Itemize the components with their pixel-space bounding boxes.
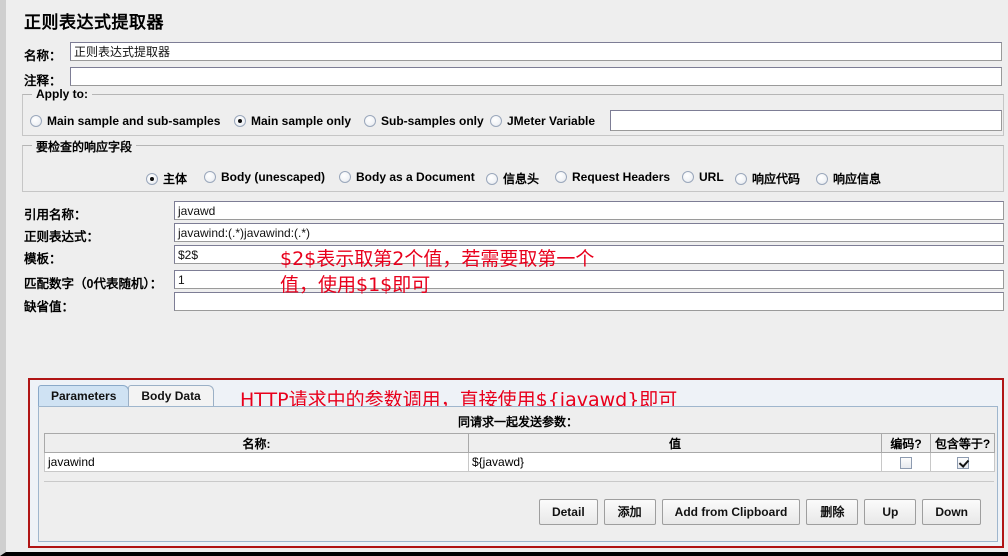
radio-icon <box>146 172 158 185</box>
radio-icon <box>204 171 216 183</box>
send-with-request-label: 同请求一起发送参数： <box>457 415 578 429</box>
button-bar: Detail 添加 Add from Clipboard 删除 Up Down <box>538 499 981 525</box>
regex-label: 正则表达式： <box>24 230 100 244</box>
radio-response-message[interactable]: 响应信息 <box>816 170 881 187</box>
field-to-check-legend: 要检查的响应字段 <box>32 138 137 155</box>
default-value-label: 缺省值： <box>24 300 75 314</box>
cell-param-name[interactable]: javawind <box>44 452 469 472</box>
cell-encode[interactable] <box>881 452 931 472</box>
detail-button[interactable]: Detail <box>538 499 598 525</box>
comment-input[interactable] <box>70 67 1002 86</box>
radio-icon <box>339 171 351 183</box>
radio-icon <box>735 172 747 185</box>
radio-icon <box>486 172 498 185</box>
encode-checkbox[interactable] <box>900 456 912 469</box>
template-label: 模板： <box>24 252 62 266</box>
radio-label: Main sample and sub-samples <box>47 114 221 128</box>
radio-label: URL <box>699 170 724 184</box>
regex-input[interactable]: javawind:(.*)javawind:(.*) <box>174 223 1004 242</box>
ref-name-input[interactable]: javawd <box>174 201 1004 220</box>
table-header-row: 名称: 值 编码? 包含等于? <box>44 433 995 453</box>
down-button[interactable]: Down <box>922 499 981 525</box>
tabstrip: Parameters Body Data <box>38 384 214 406</box>
radio-icon <box>234 115 246 127</box>
app-window: 正则表达式提取器 名称： 正则表达式提取器 注释： Apply to: Main… <box>0 0 1008 556</box>
jmeter-variable-input[interactable] <box>610 110 1002 131</box>
column-header-encode[interactable]: 编码? <box>881 433 931 453</box>
radio-url[interactable]: URL <box>682 170 724 184</box>
match-number-label: 匹配数字（0代表随机）： <box>24 277 163 291</box>
radio-icon <box>555 171 567 183</box>
radio-body-as-document[interactable]: Body as a Document <box>339 170 475 184</box>
radio-sub-only[interactable]: Sub-samples only <box>364 114 484 128</box>
ref-name-label: 引用名称： <box>24 208 87 222</box>
cell-include-equals[interactable] <box>930 452 995 472</box>
radio-label: 响应代码 <box>752 172 801 186</box>
radio-body[interactable]: 主体 <box>146 170 187 187</box>
radio-icon <box>30 115 42 127</box>
radio-body-unescaped[interactable]: Body (unescaped) <box>204 170 325 184</box>
radio-label: JMeter Variable <box>507 114 596 128</box>
parameters-table[interactable]: 名称: 值 编码? 包含等于? javawind ${javawd} <box>44 433 995 472</box>
radio-label: Body (unescaped) <box>221 170 326 184</box>
delete-button[interactable]: 删除 <box>806 499 859 525</box>
radio-label: 响应信息 <box>833 172 882 186</box>
radio-main-and-sub[interactable]: Main sample and sub-samples <box>30 114 220 128</box>
radio-label: Main sample only <box>251 114 352 128</box>
include-equals-checkbox[interactable] <box>956 456 969 469</box>
regex-extractor-panel: 正则表达式提取器 名称： 正则表达式提取器 注释： Apply to: Main… <box>12 0 1008 552</box>
radio-icon <box>364 115 376 127</box>
radio-main-only[interactable]: Main sample only <box>234 114 351 128</box>
table-divider <box>44 481 994 482</box>
up-button[interactable]: Up <box>864 499 917 525</box>
column-header-include-equals[interactable]: 包含等于? <box>930 433 995 453</box>
column-header-name[interactable]: 名称: <box>44 433 469 453</box>
apply-to-legend: Apply to: <box>32 87 92 101</box>
default-value-input[interactable] <box>174 292 1004 311</box>
radio-label: Body as a Document <box>356 170 475 184</box>
radio-icon <box>490 115 502 127</box>
tab-body-data[interactable]: Body Data <box>128 385 214 406</box>
radio-label: Sub-samples only <box>381 114 484 128</box>
table-row[interactable]: javawind ${javawd} <box>44 452 995 472</box>
name-label: 名称： <box>24 49 62 63</box>
radio-icon <box>682 171 694 183</box>
radio-jmeter-variable[interactable]: JMeter Variable <box>490 114 595 128</box>
name-input[interactable]: 正则表达式提取器 <box>70 42 1002 61</box>
cell-param-value[interactable]: ${javawd} <box>468 452 882 472</box>
add-from-clipboard-button[interactable]: Add from Clipboard <box>661 499 801 525</box>
page-title: 正则表达式提取器 <box>24 13 164 32</box>
radio-request-headers[interactable]: Request Headers <box>555 170 670 184</box>
radio-response-code[interactable]: 响应代码 <box>735 170 800 187</box>
template-input[interactable]: $2$ <box>174 245 1004 264</box>
parameters-inner-box: 同请求一起发送参数： 名称: 值 编码? 包含等于? javawind ${ja… <box>38 406 998 542</box>
radio-label: 主体 <box>163 172 188 186</box>
match-number-input[interactable]: 1 <box>174 270 1004 289</box>
http-parameters-panel: Parameters Body Data HTTP请求中的参数调用，直接使用${… <box>28 378 1004 548</box>
add-button[interactable]: 添加 <box>603 499 656 525</box>
column-header-value[interactable]: 值 <box>468 433 882 453</box>
radio-icon <box>816 172 828 185</box>
tab-parameters[interactable]: Parameters <box>38 385 130 406</box>
radio-label: 信息头 <box>503 172 540 186</box>
radio-label: Request Headers <box>572 170 671 184</box>
radio-headers[interactable]: 信息头 <box>486 170 539 187</box>
